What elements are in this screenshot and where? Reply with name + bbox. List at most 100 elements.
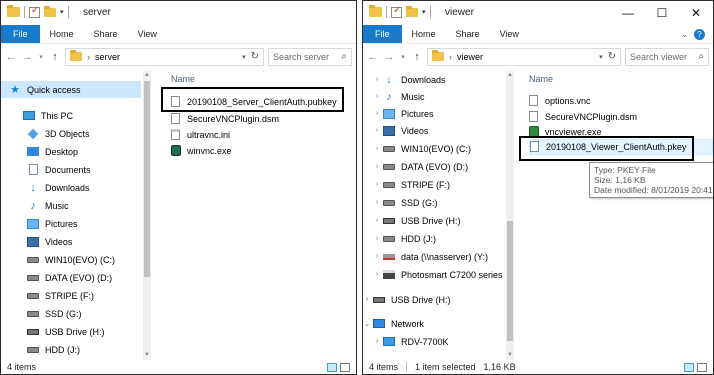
minimize-icon[interactable]: — bbox=[611, 1, 645, 25]
nav-item-drive-f[interactable]: › STRIPE (F:) bbox=[363, 176, 450, 193]
expand-chevron-icon[interactable]: › bbox=[373, 338, 381, 345]
tab-file[interactable]: File bbox=[363, 25, 402, 43]
address-bar[interactable]: › viewer ▾ ↻ bbox=[427, 47, 621, 66]
breadcrumb-chevron-icon[interactable]: › bbox=[449, 52, 452, 62]
nav-item-drive-j[interactable]: HDD (J:) bbox=[1, 341, 80, 358]
expand-chevron-icon[interactable]: › bbox=[373, 110, 381, 117]
search-placeholder[interactable]: Search viewer bbox=[630, 52, 698, 62]
close-icon[interactable]: ✕ bbox=[679, 1, 713, 25]
recent-locations-chevron-icon[interactable]: ▾ bbox=[399, 53, 407, 61]
scroll-up-arrow-icon[interactable]: ▲ bbox=[143, 71, 151, 80]
address-dropdown-chevron-icon[interactable]: ▾ bbox=[242, 53, 246, 61]
breadcrumb-chevron-icon[interactable]: › bbox=[87, 52, 90, 62]
nav-item-printer[interactable]: › Photosmart C7200 series bbox=[363, 266, 503, 283]
expand-chevron-icon[interactable]: › bbox=[373, 163, 381, 170]
nav-item-desktop[interactable]: Desktop bbox=[1, 143, 78, 160]
nav-item-this-pc[interactable]: This PC bbox=[1, 107, 73, 124]
search-placeholder[interactable]: Search server bbox=[273, 52, 341, 62]
forward-arrow-icon[interactable]: → bbox=[383, 51, 395, 63]
nav-item-downloads[interactable]: ↓ Downloads bbox=[1, 179, 89, 196]
search-box[interactable]: Search viewer ⌕ bbox=[625, 47, 709, 66]
back-arrow-icon[interactable]: ← bbox=[367, 51, 379, 63]
address-bar[interactable]: › server ▾ ↻ bbox=[65, 47, 264, 66]
new-folder-icon[interactable] bbox=[406, 5, 418, 17]
address-dropdown-chevron-icon[interactable]: ▾ bbox=[599, 53, 603, 61]
up-arrow-icon[interactable]: ↑ bbox=[49, 51, 61, 63]
nav-item-pictures[interactable]: Pictures bbox=[1, 215, 78, 232]
expand-chevron-icon[interactable]: ⌄ bbox=[363, 320, 371, 328]
details-view-icon[interactable] bbox=[327, 362, 337, 372]
nav-item-quick-access[interactable]: ★ Quick access bbox=[1, 81, 141, 98]
maximize-icon[interactable]: ☐ bbox=[645, 1, 679, 25]
scroll-down-arrow-icon[interactable]: ▼ bbox=[506, 351, 514, 360]
nav-item-drive-h[interactable]: USB Drive (H:) bbox=[1, 323, 105, 340]
tab-view[interactable]: View bbox=[128, 25, 167, 43]
refresh-icon[interactable]: ↻ bbox=[251, 51, 259, 62]
breadcrumb-current[interactable]: viewer bbox=[457, 52, 483, 62]
tab-file[interactable]: File bbox=[1, 25, 40, 43]
expand-chevron-icon[interactable]: › bbox=[373, 271, 381, 278]
scrollbar-thumb[interactable] bbox=[507, 221, 513, 341]
nav-item-drive-d[interactable]: DATA (EVO) (D:) bbox=[1, 269, 112, 286]
nav-item-videos[interactable]: Videos bbox=[1, 233, 72, 250]
nav-pane-scrollbar[interactable]: ▲ ▼ bbox=[143, 71, 151, 360]
nav-item-usb-drive-h[interactable]: › USB Drive (H:) bbox=[363, 291, 451, 308]
properties-icon[interactable] bbox=[29, 5, 40, 18]
properties-icon[interactable] bbox=[391, 5, 402, 18]
nav-item-network-drive-y[interactable]: › data (\\nasserver) (Y:) bbox=[363, 248, 488, 265]
details-view-icon[interactable] bbox=[684, 362, 694, 372]
column-header-name[interactable]: Name bbox=[529, 74, 553, 84]
expand-chevron-icon[interactable]: › bbox=[373, 235, 381, 242]
file-item[interactable]: winvnc.exe bbox=[171, 143, 232, 159]
scrollbar-thumb[interactable] bbox=[144, 81, 150, 277]
nav-item-network[interactable]: ⌄ Network bbox=[363, 315, 424, 332]
nav-item-music[interactable]: › ♪ Music bbox=[363, 88, 425, 105]
expand-chevron-icon[interactable]: › bbox=[363, 296, 371, 303]
up-arrow-icon[interactable]: ↑ bbox=[411, 51, 423, 63]
tab-home[interactable]: Home bbox=[40, 25, 84, 43]
nav-item-videos[interactable]: › Videos bbox=[363, 122, 428, 139]
help-icon[interactable]: ? bbox=[694, 28, 705, 40]
nav-item-pictures[interactable]: › Pictures bbox=[363, 105, 434, 122]
expand-chevron-icon[interactable]: › bbox=[373, 145, 381, 152]
tab-view[interactable]: View bbox=[490, 25, 529, 43]
column-header-name[interactable]: Name bbox=[171, 74, 195, 84]
expand-chevron-icon[interactable]: › bbox=[373, 181, 381, 188]
nav-item-drive-g[interactable]: › SSD (G:) bbox=[363, 194, 438, 211]
file-item[interactable]: ultravnc.ini bbox=[171, 127, 230, 143]
nav-item-drive-g[interactable]: SSD (G:) bbox=[1, 305, 82, 322]
nav-item-drive-j[interactable]: › HDD (J:) bbox=[363, 230, 436, 247]
nav-item-3d-objects[interactable]: 3D Objects bbox=[1, 125, 90, 142]
nav-item-music[interactable]: ♪ Music bbox=[1, 197, 68, 214]
nav-item-drive-c[interactable]: › WIN10(EVO) (C:) bbox=[363, 140, 471, 157]
expand-chevron-icon[interactable]: › bbox=[373, 93, 381, 100]
customize-toolbar-chevron-icon[interactable]: ▾ bbox=[60, 8, 64, 16]
refresh-icon[interactable]: ↻ bbox=[608, 51, 616, 62]
nav-item-drive-f[interactable]: STRIPE (F:) bbox=[1, 287, 94, 304]
large-icons-view-icon[interactable] bbox=[697, 362, 707, 372]
expand-chevron-icon[interactable]: › bbox=[373, 127, 381, 134]
tab-share[interactable]: Share bbox=[446, 25, 490, 43]
tab-home[interactable]: Home bbox=[402, 25, 446, 43]
recent-locations-chevron-icon[interactable]: ▾ bbox=[37, 53, 45, 61]
expand-ribbon-chevron-icon[interactable]: ⌄ bbox=[681, 30, 688, 39]
file-item[interactable]: options.vnc bbox=[529, 93, 591, 109]
nav-item-downloads[interactable]: › ↓ Downloads bbox=[363, 71, 446, 88]
nav-item-rdv-7700k[interactable]: › RDV-7700K bbox=[363, 333, 449, 350]
file-item[interactable]: SecureVNCPlugin.dsm bbox=[529, 109, 637, 125]
nav-pane-scrollbar[interactable]: ▲ ▼ bbox=[506, 71, 514, 360]
scroll-up-arrow-icon[interactable]: ▲ bbox=[506, 71, 514, 80]
nav-item-drive-h[interactable]: › USB Drive (H:) bbox=[363, 212, 461, 229]
nav-item-drive-c[interactable]: WIN10(EVO) (C:) bbox=[1, 251, 115, 268]
tab-share[interactable]: Share bbox=[84, 25, 128, 43]
scroll-down-arrow-icon[interactable]: ▼ bbox=[143, 351, 151, 360]
expand-chevron-icon[interactable]: › bbox=[373, 76, 381, 83]
forward-arrow-icon[interactable]: → bbox=[21, 51, 33, 63]
expand-chevron-icon[interactable]: › bbox=[373, 217, 381, 224]
file-item[interactable]: SecureVNCPlugin.dsm bbox=[171, 111, 279, 127]
search-box[interactable]: Search server ⌕ bbox=[268, 47, 352, 66]
breadcrumb-current[interactable]: server bbox=[95, 52, 120, 62]
nav-item-documents[interactable]: Documents bbox=[1, 161, 91, 178]
customize-toolbar-chevron-icon[interactable]: ▾ bbox=[422, 8, 426, 16]
expand-chevron-icon[interactable]: › bbox=[373, 199, 381, 206]
